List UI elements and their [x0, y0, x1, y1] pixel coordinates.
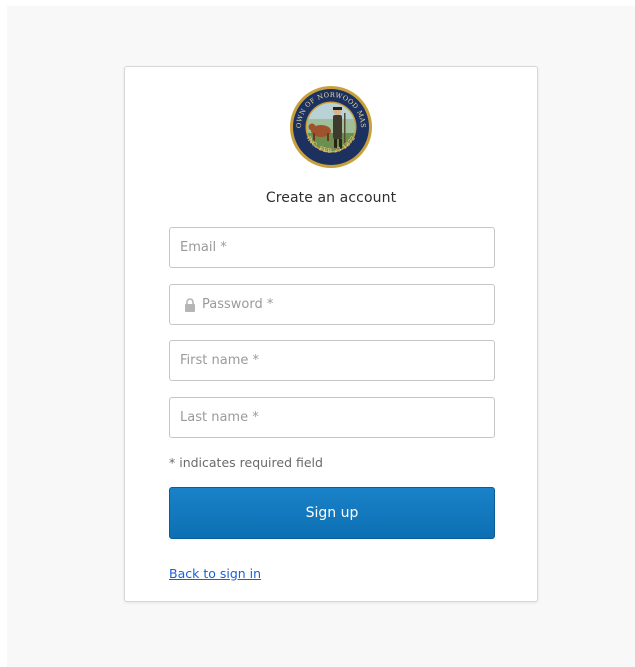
first-name-field-container	[169, 340, 495, 381]
town-seal-logo: TOWN OF NORWOOD MASS INC. FEB 23 1872	[289, 85, 372, 168]
required-field-hint: * indicates required field	[169, 455, 323, 470]
email-field[interactable]	[170, 228, 494, 267]
last-name-field-container	[169, 397, 495, 438]
back-to-sign-in-link[interactable]: Back to sign in	[169, 566, 261, 581]
first-name-field[interactable]	[170, 341, 494, 380]
sign-up-button[interactable]: Sign up	[169, 487, 495, 539]
password-field-container	[169, 284, 495, 325]
signup-card: TOWN OF NORWOOD MASS INC. FEB 23 1872 Cr…	[124, 66, 538, 602]
last-name-field[interactable]	[170, 398, 494, 437]
email-field-container	[169, 227, 495, 268]
page-title: Create an account	[265, 190, 397, 206]
password-field[interactable]	[170, 285, 494, 324]
